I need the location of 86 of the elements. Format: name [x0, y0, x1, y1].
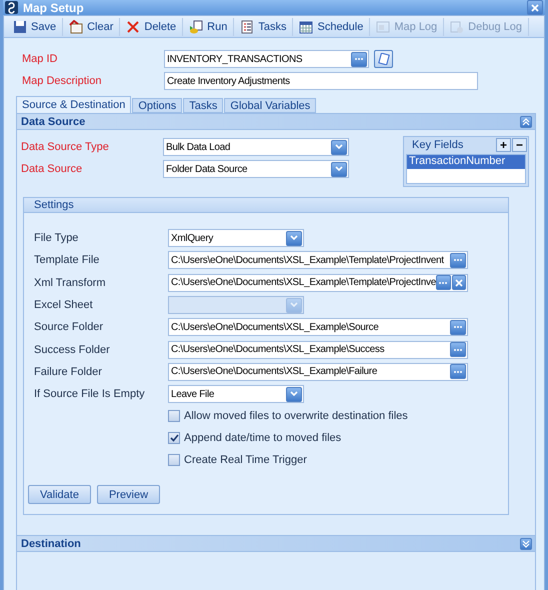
- notepad-icon: [378, 53, 390, 65]
- field-label: Success Folder: [34, 344, 111, 356]
- browse-button[interactable]: [436, 275, 450, 290]
- dropdown-button[interactable]: [286, 386, 302, 402]
- field-label: If Source File Is Empty: [34, 388, 146, 400]
- browse-button[interactable]: [450, 342, 466, 358]
- field-label: Failure Folder: [34, 366, 103, 378]
- collapse-icon: [522, 118, 530, 126]
- expand-button[interactable]: [520, 538, 532, 550]
- chevron-down-icon: [335, 166, 343, 172]
- field-label: Template File: [34, 254, 100, 266]
- tab[interactable]: Tasks: [183, 98, 224, 113]
- browse-button[interactable]: [450, 320, 466, 335]
- edit-button[interactable]: [374, 50, 393, 68]
- action-button[interactable]: Validate: [28, 485, 91, 504]
- toolbar-button[interactable]: Delete: [120, 18, 184, 36]
- remove-button[interactable]: −: [512, 138, 527, 152]
- field-label: Xml Transform: [34, 276, 107, 289]
- field-label: File Type: [34, 232, 80, 244]
- run-icon: [189, 20, 204, 34]
- close-icon: [531, 4, 539, 12]
- toolbar-button[interactable]: Save: [7, 18, 64, 36]
- ellipsis-icon: [453, 325, 463, 330]
- checkbox[interactable]: [168, 410, 180, 422]
- chevron-down-icon: [290, 302, 298, 308]
- ellipsis-icon: [453, 258, 463, 262]
- browse-button[interactable]: [450, 364, 466, 380]
- checkbox-label: Append date/time to moved files: [184, 432, 342, 444]
- dropdown[interactable]: Folder Data Source: [163, 160, 349, 178]
- clear-button[interactable]: [452, 275, 466, 290]
- checkbox-label: Allow moved files to overwrite destination files: [184, 410, 408, 422]
- add-button[interactable]: +: [496, 138, 511, 152]
- checkbox-label: Create Real Time Trigger: [184, 454, 307, 466]
- ellipsis-icon: [453, 348, 463, 352]
- key-fields-title: Key Fields: [412, 139, 464, 151]
- list-item[interactable]: TransactionNumber: [407, 155, 525, 169]
- dropdown-button[interactable]: [331, 140, 347, 154]
- map-id-field[interactable]: INVENTORY_TRANSACTIONS: [164, 50, 369, 68]
- path-field[interactable]: C:\Users\eOne\Documents\XSL_Example\Template\ProjectInve: [168, 274, 468, 292]
- field-label: Map ID: [22, 53, 58, 65]
- checkbox[interactable]: [168, 454, 180, 466]
- checkbox[interactable]: [168, 432, 180, 444]
- browse-button[interactable]: [450, 252, 466, 268]
- close-icon: [454, 278, 463, 287]
- checklist-icon: [240, 20, 254, 34]
- checkmark-icon: [170, 434, 178, 442]
- toolbar-button[interactable]: Clear: [63, 18, 120, 36]
- chevron-down-icon: [290, 235, 298, 242]
- ellipsis-icon: [354, 57, 364, 61]
- dropdown[interactable]: Bulk Data Load: [163, 138, 349, 156]
- panel-title: Data Source: [21, 116, 86, 128]
- app-logo-icon: [5, 1, 18, 14]
- chevron-down-icon: [335, 144, 343, 150]
- field-label: Data Source Type: [21, 141, 110, 153]
- expand-icon: [522, 540, 530, 548]
- ellipsis-icon: [453, 370, 463, 374]
- browse-button[interactable]: [351, 52, 367, 66]
- path-field[interactable]: C:\Users\eOne\Documents\XSL_Example\Source: [168, 318, 468, 336]
- action-button[interactable]: Preview: [97, 485, 160, 504]
- dropdown-button[interactable]: [331, 162, 347, 176]
- chevron-down-icon: [290, 391, 298, 398]
- close-button[interactable]: [527, 0, 543, 15]
- window-title: Map Setup: [23, 0, 85, 14]
- toolbar-button[interactable]: Schedule: [293, 18, 370, 36]
- description-field[interactable]: Create Inventory Adjustments: [164, 72, 478, 90]
- x-icon: [126, 20, 140, 34]
- field-label: Map Description: [22, 75, 102, 87]
- dropdown[interactable]: Leave File: [168, 385, 304, 404]
- path-field[interactable]: C:\Users\eOne\Documents\XSL_Example\Failure: [168, 362, 468, 381]
- tab[interactable]: Global Variables: [224, 98, 316, 113]
- toolbar-button[interactable]: Run: [183, 18, 234, 36]
- field-label: Source Folder: [34, 321, 104, 334]
- panel-title: Destination: [21, 538, 82, 550]
- settings-title: Settings: [34, 199, 74, 211]
- path-field[interactable]: C:\Users\eOne\Documents\XSL_Example\Template\ProjectInvent: [168, 251, 468, 270]
- dropdown-button[interactable]: [286, 230, 302, 246]
- ellipsis-icon: [438, 280, 448, 285]
- tab[interactable]: Source & Destination: [16, 96, 132, 113]
- calendar-icon: [299, 20, 314, 34]
- tab[interactable]: Options: [132, 98, 182, 113]
- toolbar-button[interactable]: Tasks: [234, 18, 294, 36]
- field-label: Data Source: [21, 163, 84, 175]
- field-label: Excel Sheet: [34, 299, 94, 312]
- collapse-button[interactable]: [520, 116, 532, 128]
- path-field[interactable]: C:\Users\eOne\Documents\XSL_Example\Success: [168, 340, 468, 359]
- dropdown[interactable]: XmlQuery: [168, 229, 304, 248]
